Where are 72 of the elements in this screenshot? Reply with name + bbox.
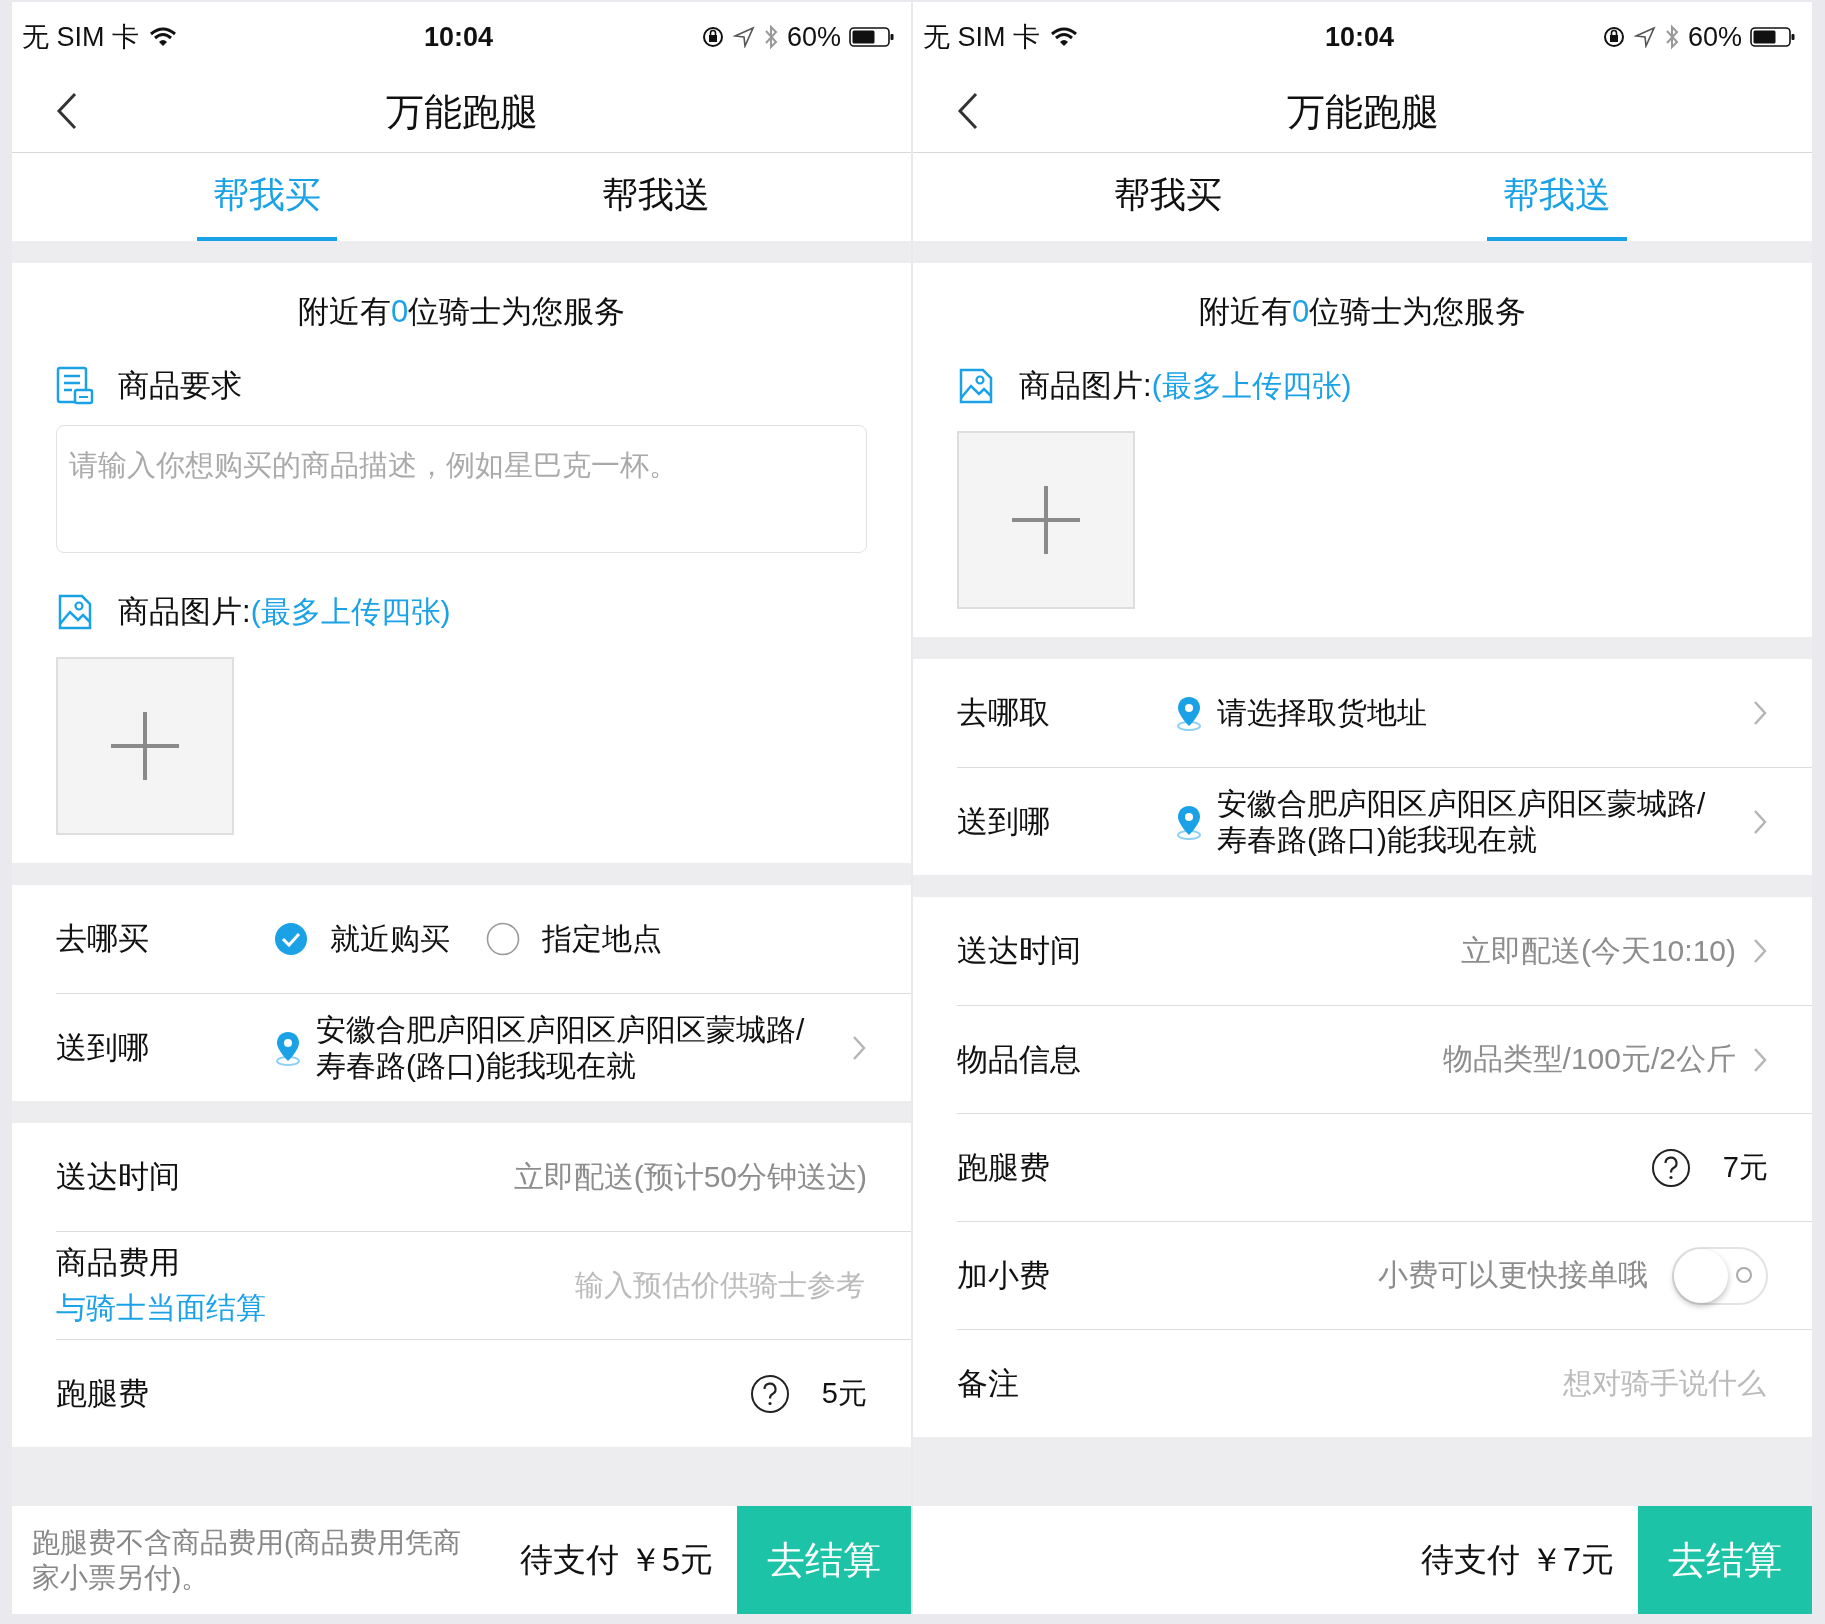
row-label: 物品信息 bbox=[957, 1040, 1082, 1079]
location-arrow-icon bbox=[732, 26, 755, 48]
document-icon bbox=[56, 366, 94, 406]
screen-title: 万能跑腿 bbox=[385, 89, 538, 135]
pin-icon bbox=[274, 1029, 302, 1066]
pin-icon bbox=[1175, 695, 1203, 731]
fee-note: 跑腿费不含商品费用(商品费用凭商家小票另付)。 bbox=[31, 1526, 463, 1595]
radio-option[interactable]: 就近购买 bbox=[274, 918, 450, 960]
tab[interactable]: 帮我买 bbox=[1097, 153, 1238, 241]
section-title: 商品图片: bbox=[118, 593, 251, 631]
pin-icon bbox=[1175, 803, 1203, 840]
hint-text: 小费可以更快接单哦 bbox=[1377, 1257, 1648, 1293]
row-label: 商品费用 bbox=[56, 1244, 181, 1282]
row-label: 送到哪 bbox=[957, 802, 1051, 841]
back-button[interactable] bbox=[957, 92, 979, 130]
radio-option[interactable]: 指定地点 bbox=[486, 918, 662, 960]
bluetooth-icon bbox=[1663, 24, 1680, 50]
plus-icon bbox=[1010, 484, 1082, 556]
carrier-text: 无 SIM 卡 bbox=[923, 21, 1040, 54]
help-icon[interactable] bbox=[749, 1373, 790, 1414]
row-label: 跑腿费 bbox=[56, 1374, 150, 1413]
battery-text: 60% bbox=[786, 21, 841, 53]
text-field[interactable]: 输入预估价供骑士参考 bbox=[364, 1268, 867, 1303]
settle-note: 与骑士当面结算 bbox=[56, 1290, 267, 1326]
location-arrow-icon bbox=[1633, 26, 1656, 48]
section-title: 商品图片: bbox=[1019, 367, 1152, 405]
carrier-text: 无 SIM 卡 bbox=[22, 21, 139, 54]
row-label: 送达时间 bbox=[56, 1158, 181, 1196]
battery-text: 60% bbox=[1687, 21, 1742, 53]
row-label: 去哪买 bbox=[56, 920, 150, 958]
address-text: 请选择取货地址 bbox=[1217, 695, 1427, 731]
upload-hint: (最多上传四张) bbox=[250, 593, 451, 630]
image-icon bbox=[56, 592, 94, 632]
row-label: 备注 bbox=[957, 1364, 1020, 1403]
tab[interactable]: 帮我送 bbox=[586, 153, 727, 241]
address-text: 安徽合肥庐阳区庐阳区庐阳区蒙城路/ 寿春路(路口)能我现在就 bbox=[316, 1011, 805, 1084]
total-text: 待支付 ￥5元 bbox=[520, 1539, 713, 1580]
rider-count-text: 附近有0位骑士为您服务 bbox=[1198, 293, 1527, 331]
upload-hint: (最多上传四张) bbox=[1151, 367, 1352, 404]
value-text: 物品类型/100元/2公斤 bbox=[1441, 1041, 1736, 1077]
help-icon[interactable] bbox=[1650, 1147, 1691, 1188]
back-icon bbox=[957, 92, 979, 130]
toggle-switch[interactable] bbox=[1672, 1246, 1768, 1305]
clock-text: 10:04 bbox=[1324, 21, 1395, 53]
value-text: 立即配送(今天10:10) bbox=[1459, 932, 1736, 969]
wifi-icon bbox=[1050, 26, 1078, 48]
rotation-lock-icon bbox=[1601, 25, 1626, 49]
wifi-icon bbox=[149, 26, 177, 48]
value-text: 立即配送(预计50分钟送达) bbox=[512, 1158, 867, 1195]
battery-icon bbox=[1750, 26, 1796, 48]
battery-icon bbox=[849, 26, 895, 48]
row-label: 跑腿费 bbox=[957, 1148, 1051, 1187]
clock-text: 10:04 bbox=[423, 21, 494, 53]
bluetooth-icon bbox=[762, 24, 779, 50]
fee-amount: 7元 bbox=[1722, 1149, 1768, 1185]
screen-title: 万能跑腿 bbox=[1286, 89, 1439, 135]
row-label: 送达时间 bbox=[957, 932, 1082, 970]
address-text: 安徽合肥庐阳区庐阳区庐阳区蒙城路/ 寿春路(路口)能我现在就 bbox=[1217, 785, 1706, 858]
plus-icon bbox=[109, 710, 181, 782]
row-label: 送到哪 bbox=[56, 1028, 150, 1067]
rotation-lock-icon bbox=[700, 25, 725, 49]
back-icon bbox=[56, 92, 78, 130]
rider-count-text: 附近有0位骑士为您服务 bbox=[297, 293, 626, 331]
back-button[interactable] bbox=[56, 92, 78, 130]
total-text: 待支付 ￥7元 bbox=[1421, 1539, 1614, 1580]
description-field[interactable]: 请输入你想购买的商品描述，例如星巴克一杯。 bbox=[56, 425, 867, 553]
text-field[interactable]: 想对骑手说什么 bbox=[1265, 1366, 1768, 1401]
image-icon bbox=[957, 366, 995, 406]
row-label: 加小费 bbox=[957, 1256, 1051, 1295]
section-title: 商品要求 bbox=[118, 367, 242, 405]
fee-amount: 5元 bbox=[821, 1375, 867, 1411]
row-label: 去哪取 bbox=[957, 694, 1051, 732]
